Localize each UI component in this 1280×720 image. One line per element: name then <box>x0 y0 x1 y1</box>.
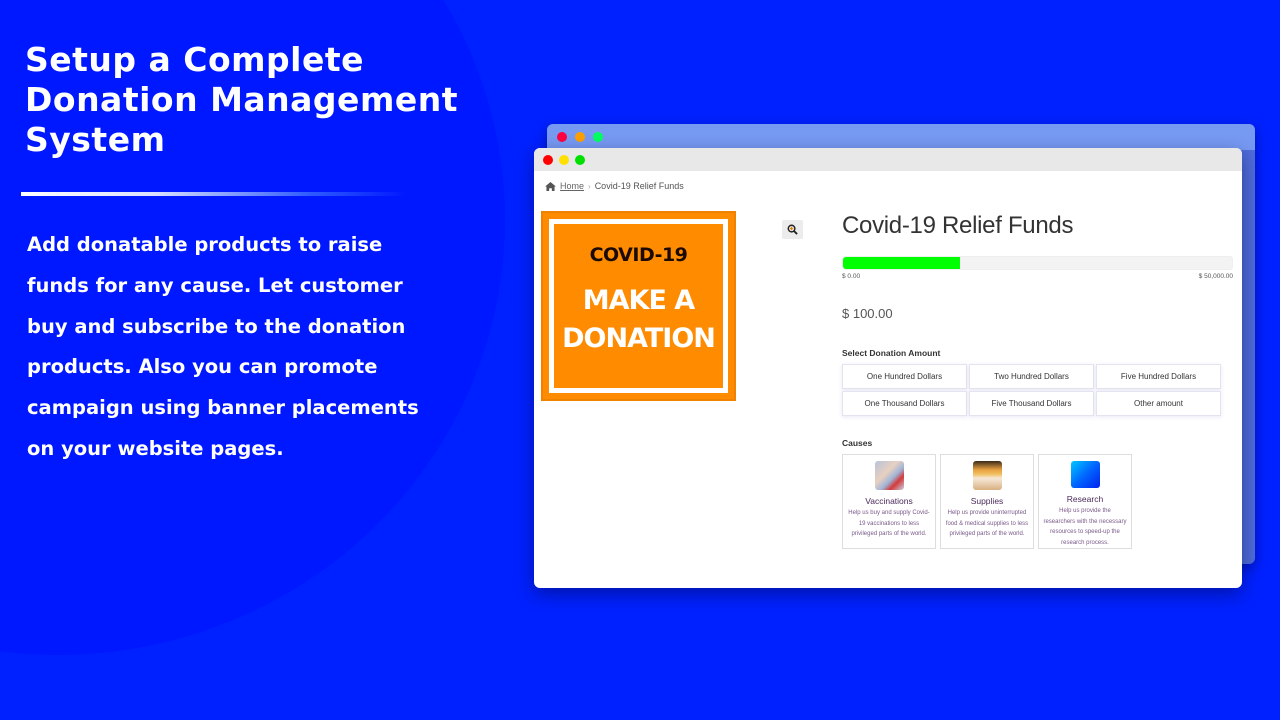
cause-name: Research <box>1066 494 1104 504</box>
hero-description-line: campaign using banner placements <box>27 396 419 420</box>
donation-amount-options: One Hundred Dollars Two Hundred Dollars … <box>842 364 1234 416</box>
cause-description: Help us provide uninterrupted food & med… <box>945 510 1029 537</box>
amount-option-5000[interactable]: Five Thousand Dollars <box>969 391 1094 416</box>
hero-title: Setup a Complete Donation Management Sys… <box>25 40 495 160</box>
close-dot-icon[interactable] <box>543 154 553 165</box>
vaccination-image <box>874 461 904 490</box>
amount-option-1000[interactable]: One Thousand Dollars <box>842 391 967 416</box>
product-image-line: MAKE A <box>582 285 695 316</box>
amount-option-100[interactable]: One Hundred Dollars <box>842 364 967 389</box>
amount-option-other[interactable]: Other amount <box>1096 391 1221 416</box>
hero-description-line: Add donatable products to raise <box>27 233 383 256</box>
maximize-dot-icon <box>593 132 603 142</box>
breadcrumb: Home › Covid-19 Relief Funds <box>545 181 684 191</box>
hero-description-line: products. Also you can promote <box>27 355 378 379</box>
breadcrumb-current: Covid-19 Relief Funds <box>594 181 684 191</box>
breadcrumb-separator: › <box>588 181 591 191</box>
close-dot-icon <box>557 132 567 142</box>
product-title: Covid-19 Relief Funds <box>842 212 1074 239</box>
hero-title-line: Setup a Complete <box>25 40 365 79</box>
product-image-heading: COVID-19 <box>589 244 688 266</box>
product-image-inner: COVID-19 MAKE A DONATION <box>549 219 728 393</box>
product-image-main-text: MAKE A DONATION <box>562 282 716 358</box>
minimize-dot-icon <box>575 132 585 142</box>
title-divider <box>21 192 406 196</box>
product-image[interactable]: COVID-19 MAKE A DONATION <box>541 211 736 401</box>
amount-option-200[interactable]: Two Hundred Dollars <box>969 364 1094 389</box>
cause-name: Vaccinations <box>865 496 913 506</box>
progress-min-label: $ 0.00 <box>842 273 861 280</box>
product-image-line: DONATION <box>562 323 716 354</box>
hero-description: Add donatable products to raise funds fo… <box>27 225 447 470</box>
hero-title-line: System <box>25 120 166 159</box>
window-titlebar <box>534 148 1242 171</box>
research-image <box>1070 461 1100 488</box>
cause-card-supplies[interactable]: Supplies Help us provide uninterrupted f… <box>940 454 1034 549</box>
product-price: $ 100.00 <box>842 306 893 321</box>
funding-progress-fill <box>843 257 960 269</box>
progress-labels: $ 0.00 $ 50,000.00 <box>842 273 1233 280</box>
hero-description-line: funds for any cause. Let customer <box>27 273 403 297</box>
cause-description: Help us buy and supply Covid-19 vaccinat… <box>848 510 930 537</box>
cause-card-research[interactable]: Research Help us provide the researchers… <box>1038 454 1132 549</box>
cause-name: Supplies <box>970 496 1004 506</box>
minimize-dot-icon[interactable] <box>559 154 569 165</box>
amount-option-500[interactable]: Five Hundred Dollars <box>1096 364 1221 389</box>
donation-amount-label: Select Donation Amount <box>842 348 941 358</box>
hero-title-line: Donation Management <box>25 80 458 119</box>
window-titlebar <box>547 124 1255 150</box>
product-summary: Covid-19 Relief Funds $ 0.00 $ 50,000.00… <box>842 212 1234 549</box>
causes-label: Causes <box>842 438 873 448</box>
browser-window: Home › Covid-19 Relief Funds COVID-19 MA… <box>534 148 1242 588</box>
supplies-image <box>972 461 1002 490</box>
hero-description-line: buy and subscribe to the donation <box>27 314 406 338</box>
cause-description: Help us provide the researchers with the… <box>1043 508 1127 546</box>
breadcrumb-home-link[interactable]: Home <box>560 181 584 191</box>
hero-description-line: on your website pages. <box>27 436 284 460</box>
home-icon <box>545 181 556 191</box>
funding-progress-bar <box>842 256 1233 270</box>
cause-card-vaccinations[interactable]: Vaccinations Help us buy and supply Covi… <box>842 454 936 549</box>
progress-max-label: $ 50,000.00 <box>1198 273 1233 280</box>
image-zoom-button[interactable] <box>782 220 803 239</box>
magnifier-plus-icon <box>787 224 798 235</box>
causes-list: Vaccinations Help us buy and supply Covi… <box>842 454 1234 549</box>
maximize-dot-icon[interactable] <box>575 154 585 165</box>
